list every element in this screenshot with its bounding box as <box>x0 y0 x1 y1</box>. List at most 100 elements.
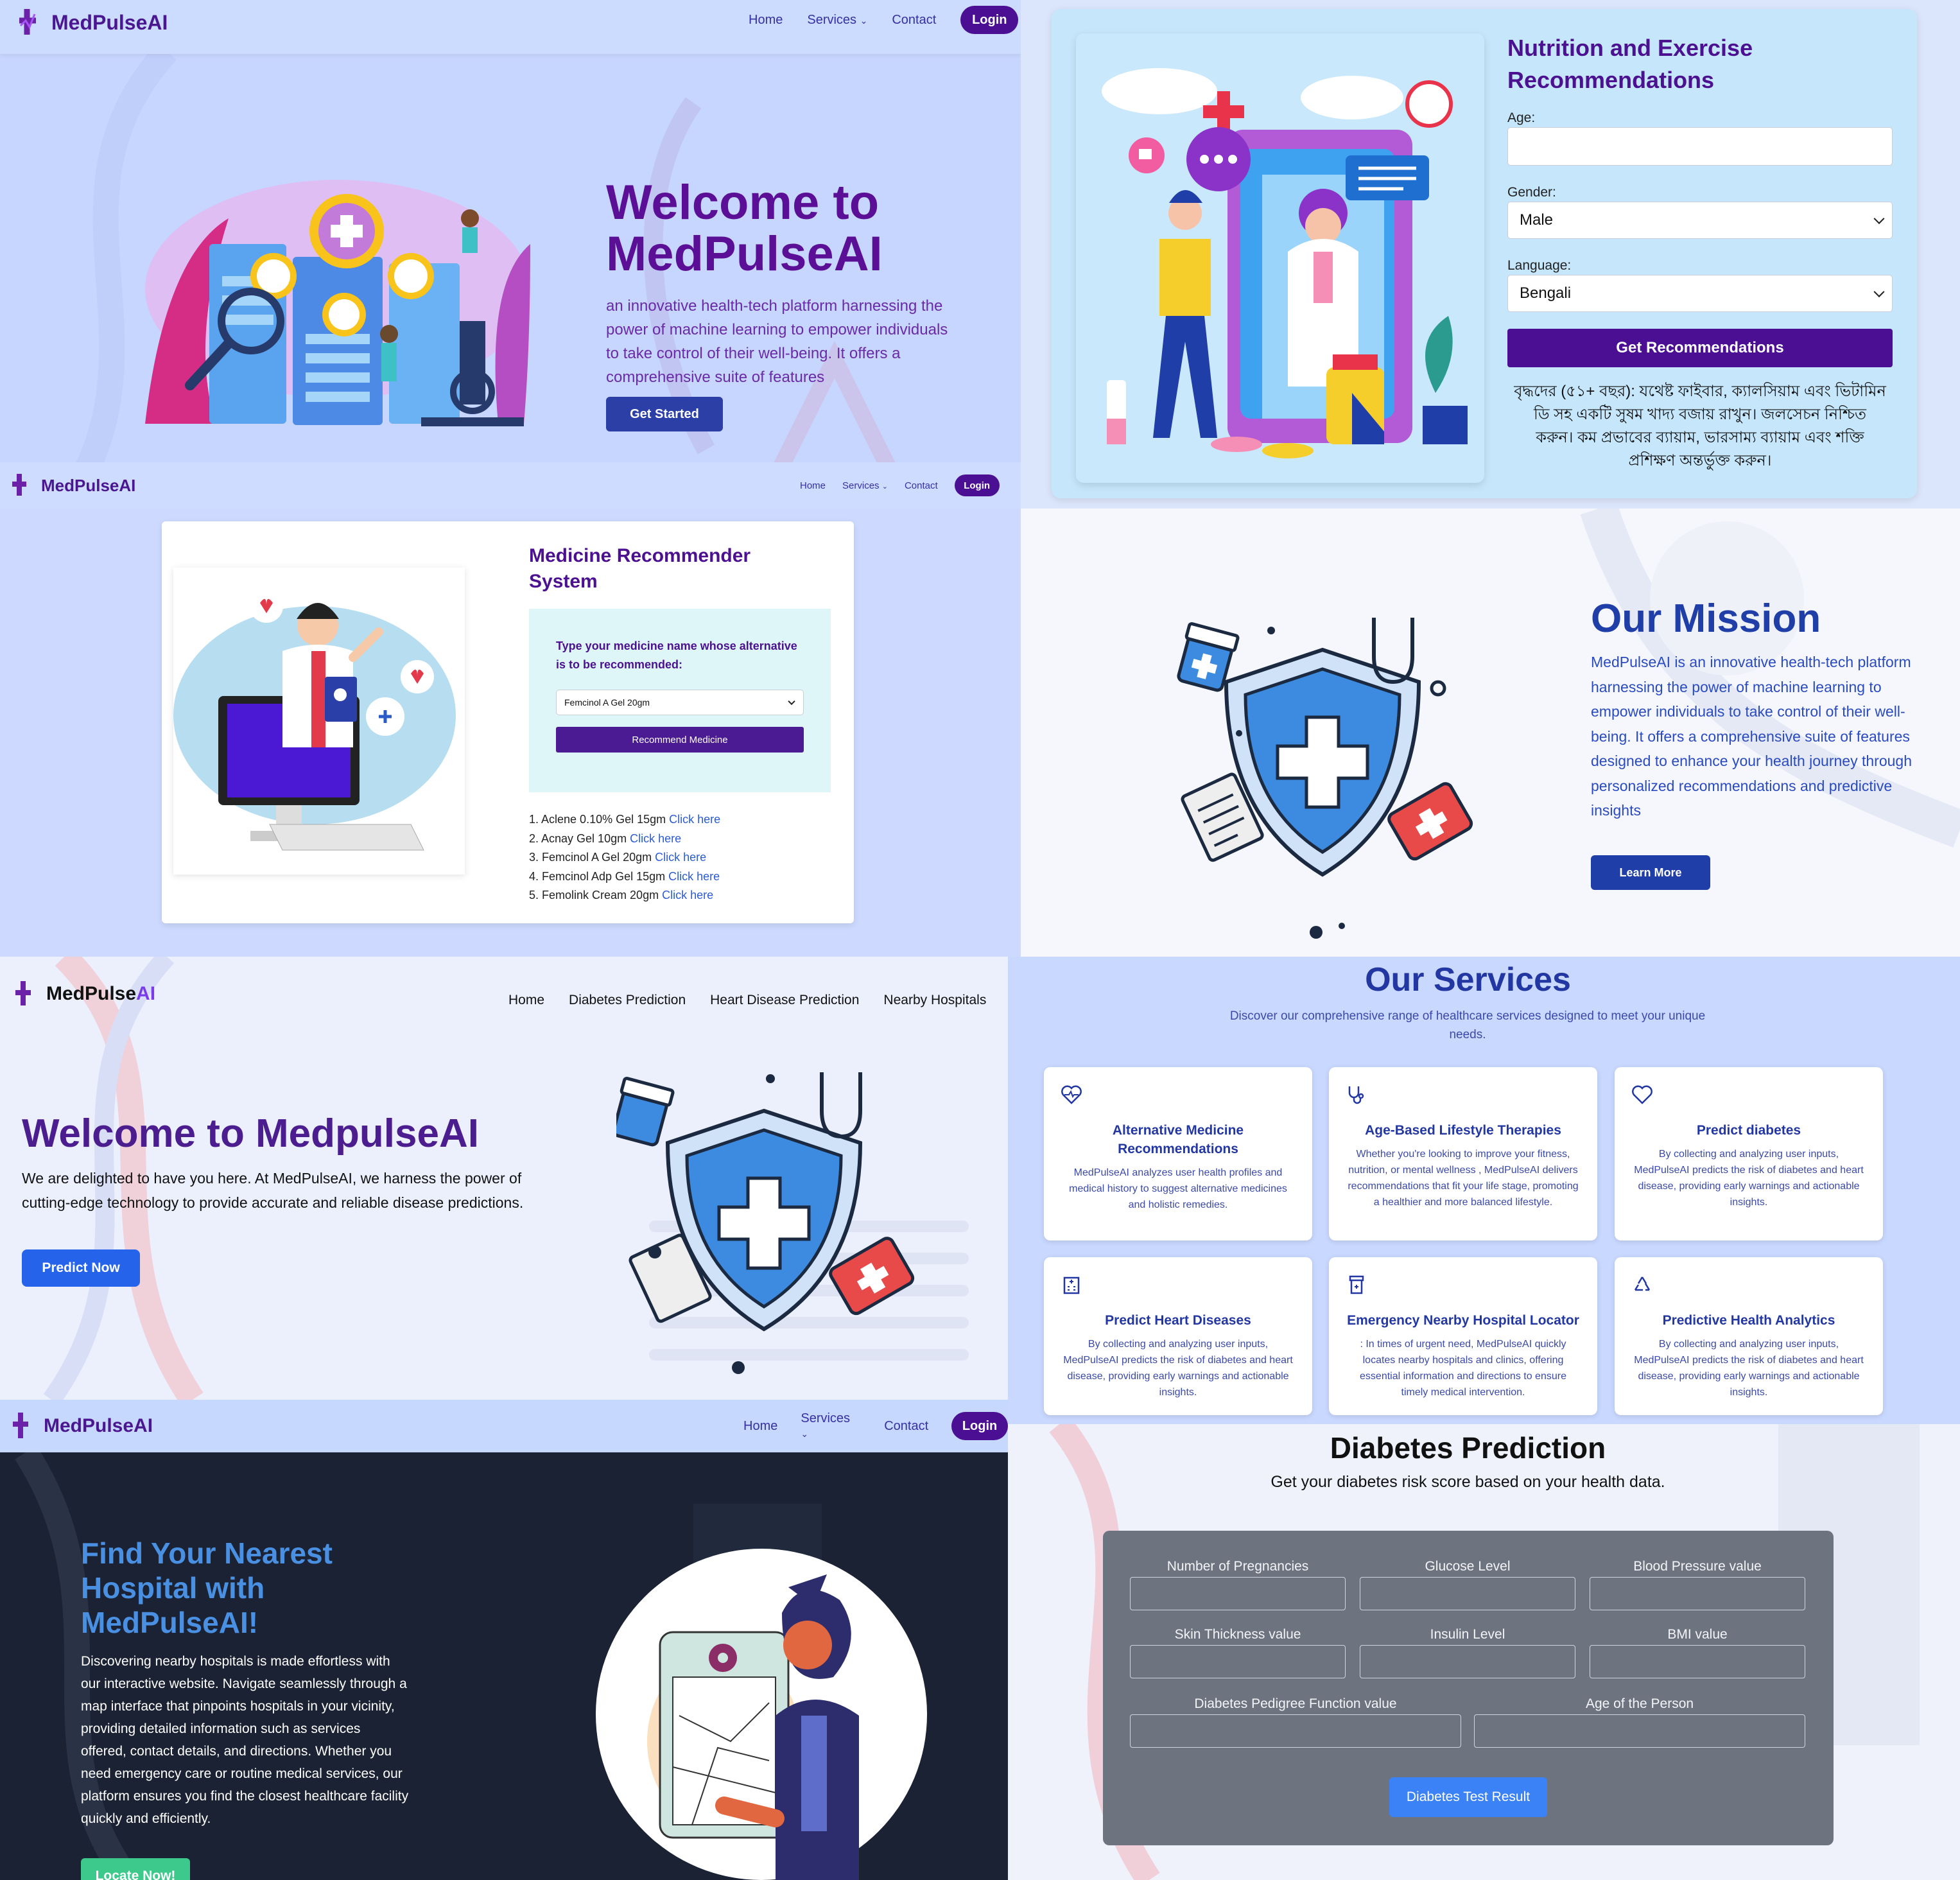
service-card-title: Age-Based Lifestyle Therapies <box>1365 1123 1561 1138</box>
predict-now-button[interactable]: Predict Now <box>22 1249 140 1287</box>
top-navbar: MedPulseAI Home Services ⌄ Contact Login <box>0 0 1021 54</box>
list-item: 1. Aclene 0.10% Gel 15gm Click here <box>529 813 721 826</box>
click-here-link[interactable]: Click here <box>630 832 681 845</box>
skin-thickness-input[interactable] <box>1130 1645 1346 1678</box>
service-card[interactable]: Age-Based Lifestyle Therapies Whether yo… <box>1329 1067 1597 1240</box>
locate-now-button[interactable]: Locate Now! <box>81 1858 190 1880</box>
login-button[interactable]: Login <box>954 474 1000 496</box>
nav-diabetes-prediction[interactable]: Diabetes Prediction <box>569 993 686 1008</box>
language-select[interactable]: Bengali <box>1507 275 1893 312</box>
bmi-input[interactable] <box>1590 1645 1805 1678</box>
login-button[interactable]: Login <box>951 1412 1008 1440</box>
shield-medical-illustration <box>1177 618 1473 939</box>
recycle-icon <box>1634 1276 1651 1291</box>
services-subtitle: Discover our comprehensive range of heal… <box>1229 1009 1706 1041</box>
chevron-down-icon <box>1873 213 1885 225</box>
glucose-input[interactable] <box>1360 1577 1575 1610</box>
service-card-text: MedPulseAI analyzes user health profiles… <box>1069 1167 1287 1210</box>
nav-home[interactable]: Home <box>743 1419 777 1434</box>
click-here-link[interactable]: Click here <box>669 813 720 826</box>
brand-name: MedPulseAI <box>41 475 136 495</box>
service-card[interactable]: Alternative Medicine Recommendations Med… <box>1044 1067 1312 1240</box>
nav-home[interactable]: Home <box>800 480 826 491</box>
doctor-phone-illustration <box>1102 68 1468 458</box>
first-aid-kit-icon <box>1349 1275 1364 1294</box>
service-card-title: Predict diabetes <box>1696 1123 1801 1138</box>
blood-pressure-input[interactable] <box>1590 1577 1805 1610</box>
field-label: BMI value <box>1667 1627 1728 1642</box>
nav-services[interactable]: Services ⌄ <box>801 1411 861 1441</box>
stethoscope-icon <box>1348 1086 1364 1104</box>
nutrition-panel: Nutrition and Exercise Recommendations A… <box>1021 0 1960 509</box>
nav-nearby-hospitals[interactable]: Nearby Hospitals <box>883 993 986 1008</box>
nav-home[interactable]: Home <box>508 993 544 1008</box>
medicine-form-box: Type your medicine name whose alternativ… <box>529 609 831 792</box>
pedigree-function-input[interactable] <box>1130 1714 1461 1748</box>
mission-panel: Our Mission MedPulseAI is an innovative … <box>1021 509 1960 957</box>
hospital-text: Discovering nearby hospitals is made eff… <box>81 1654 409 1826</box>
field-label: Glucose Level <box>1425 1559 1511 1574</box>
medicine-navbar: MedPulseAI Home Services ⌄ Contact Login <box>0 462 1021 509</box>
gender-select[interactable]: Male <box>1507 202 1893 239</box>
nav-contact[interactable]: Contact <box>884 1419 928 1434</box>
hospital-panel: MedPulseAI Home Services ⌄ Contact Login… <box>0 1400 1008 1880</box>
click-here-link[interactable]: Click here <box>668 870 720 883</box>
nutrition-title: Nutrition and Exercise Recommendations <box>1507 35 1753 93</box>
diabetes-panel: Diabetes Prediction Get your diabetes ri… <box>1008 1424 1960 1880</box>
service-card[interactable]: Predict Heart Diseases By collecting and… <box>1044 1257 1312 1415</box>
field-label: Skin Thickness value <box>1174 1627 1301 1642</box>
insulin-input[interactable] <box>1360 1645 1575 1678</box>
service-card-text: Whether you're looking to improve your f… <box>1348 1149 1579 1208</box>
field-label: Number of Pregnancies <box>1166 1559 1309 1574</box>
nav-contact[interactable]: Contact <box>892 13 936 28</box>
click-here-link[interactable]: Click here <box>655 851 706 864</box>
field-label: Diabetes Pedigree Function value <box>1194 1696 1397 1711</box>
service-card[interactable]: Emergency Nearby Hospital Locator : In t… <box>1329 1257 1597 1415</box>
medicine-prompt: Type your medicine name whose alternativ… <box>556 640 797 671</box>
click-here-link[interactable]: Click here <box>662 889 713 901</box>
services-title: Our Services <box>1365 961 1571 998</box>
diabetes-title: Diabetes Prediction <box>1330 1431 1606 1465</box>
list-item: 5. Femolink Cream 20gm Click here <box>529 889 714 901</box>
service-card-text: By collecting and analyzing user inputs,… <box>1634 1339 1864 1398</box>
service-card[interactable]: Predictive Health Analytics By collectin… <box>1615 1257 1883 1415</box>
age-input[interactable] <box>1507 127 1893 166</box>
chevron-down-icon: ⌄ <box>860 15 868 26</box>
list-item: 2. Acnay Gel 10gm Click here <box>529 831 682 845</box>
get-started-button[interactable]: Get Started <box>606 397 723 431</box>
get-recommendations-button[interactable]: Get Recommendations <box>1507 329 1893 367</box>
brand-name: MedPulseAI <box>46 983 156 1004</box>
list-item: 4. Femcinol Adp Gel 15gm Click here <box>529 869 720 883</box>
welcome-panel: MedPulseAI Home Services ⌄ Contact Login <box>0 0 1021 462</box>
welcome-title: Welcome to MedPulseAI <box>606 175 883 281</box>
predict-title: Welcome to MedpulseAI <box>22 1111 479 1156</box>
recommend-medicine-button[interactable]: Recommend Medicine <box>556 727 804 753</box>
heart-pulse-icon <box>1061 1085 1082 1104</box>
diabetes-test-result-button[interactable]: Diabetes Test Result <box>1389 1777 1547 1817</box>
medicine-title: Medicine Recommender System <box>529 545 751 592</box>
nutrition-card: Nutrition and Exercise Recommendations A… <box>1052 9 1917 498</box>
nav-heart-disease-prediction[interactable]: Heart Disease Prediction <box>710 993 859 1008</box>
medicine-select[interactable]: Femcinol A Gel 20gm <box>556 690 804 715</box>
service-card-title: Emergency Nearby Hospital Locator <box>1347 1313 1579 1328</box>
brand-logo-icon <box>13 1413 28 1438</box>
map-person-illustration <box>596 1549 927 1880</box>
medicine-illustration-card <box>173 568 465 875</box>
doctor-computer-illustration <box>173 589 456 851</box>
chevron-down-icon <box>1873 286 1885 298</box>
chevron-down-icon: ⌄ <box>801 1429 809 1439</box>
nav-home[interactable]: Home <box>749 13 783 28</box>
service-card-title: Predict Heart Diseases <box>1105 1313 1251 1328</box>
login-button[interactable]: Login <box>960 6 1019 34</box>
nav-services[interactable]: Services ⌄ <box>807 13 867 28</box>
nav-contact[interactable]: Contact <box>905 480 938 491</box>
learn-more-button[interactable]: Learn More <box>1591 855 1710 890</box>
nav-services[interactable]: Services ⌄ <box>842 480 888 491</box>
field-label: Insulin Level <box>1430 1627 1505 1642</box>
medicine-results: 1. Aclene 0.10% Gel 15gm Click here 2. A… <box>529 810 720 905</box>
recommendation-result: বৃদ্ধদের (৫১+ বছর): যথেষ্ট ফাইবার, ক্যাল… <box>1514 383 1886 469</box>
age-input[interactable] <box>1474 1714 1805 1748</box>
medicine-card: Medicine Recommender System Type your me… <box>162 521 854 923</box>
pregnancies-input[interactable] <box>1130 1577 1346 1610</box>
service-card[interactable]: Predict diabetes By collecting and analy… <box>1615 1067 1883 1240</box>
